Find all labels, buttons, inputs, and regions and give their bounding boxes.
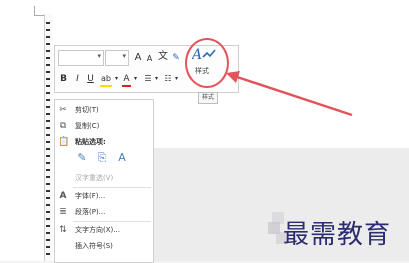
context-menu: ✂ 剪切(T) ⧉ 复制(C) 📋 粘贴选项: ✎ ⎘ A 汉字重选(V) A …: [54, 99, 154, 263]
menu-item-copy[interactable]: ⧉ 复制(C): [55, 118, 153, 134]
paragraph-icon: ≣: [59, 207, 67, 217]
menu-item-text-direction[interactable]: ⇅ 文字方向(X)...: [55, 222, 153, 238]
menu-item-paste-options: 📋 粘贴选项:: [55, 134, 153, 150]
paste-keep-format-icon[interactable]: ✎: [75, 150, 89, 166]
menu-item-label: 汉字重选(V): [75, 174, 114, 182]
menu-item-label: 复制(C): [75, 122, 100, 130]
menu-item-label: 粘贴选项:: [75, 138, 106, 146]
menu-item-cut[interactable]: ✂ 剪切(T): [55, 102, 153, 118]
paste-merge-format-icon[interactable]: ⎘: [95, 150, 109, 166]
menu-item-label: 字体(F)...: [75, 192, 106, 200]
menu-item-font[interactable]: A 字体(F)...: [55, 188, 153, 204]
menu-item-insert-symbol[interactable]: 插入符号(S): [55, 238, 153, 254]
menu-item-label: 插入符号(S): [75, 242, 113, 250]
menu-item-reconvert: 汉字重选(V): [55, 170, 153, 186]
text-direction-icon: ⇅: [59, 225, 67, 235]
paste-options-row: ✎ ⎘ A: [75, 150, 145, 168]
menu-item-label: 段落(P)...: [75, 208, 106, 216]
font-icon: A: [59, 191, 67, 201]
paste-text-only-icon[interactable]: A: [115, 150, 129, 166]
menu-item-paragraph[interactable]: ≣ 段落(P)...: [55, 204, 153, 220]
copy-icon: ⧉: [59, 121, 67, 131]
scissors-icon: ✂: [59, 105, 67, 115]
menu-item-label: 剪切(T): [75, 106, 99, 114]
watermark-text: 最需教育: [283, 220, 392, 250]
menu-item-label: 文字方向(X)...: [75, 226, 120, 234]
paste-icon: 📋: [58, 137, 70, 147]
